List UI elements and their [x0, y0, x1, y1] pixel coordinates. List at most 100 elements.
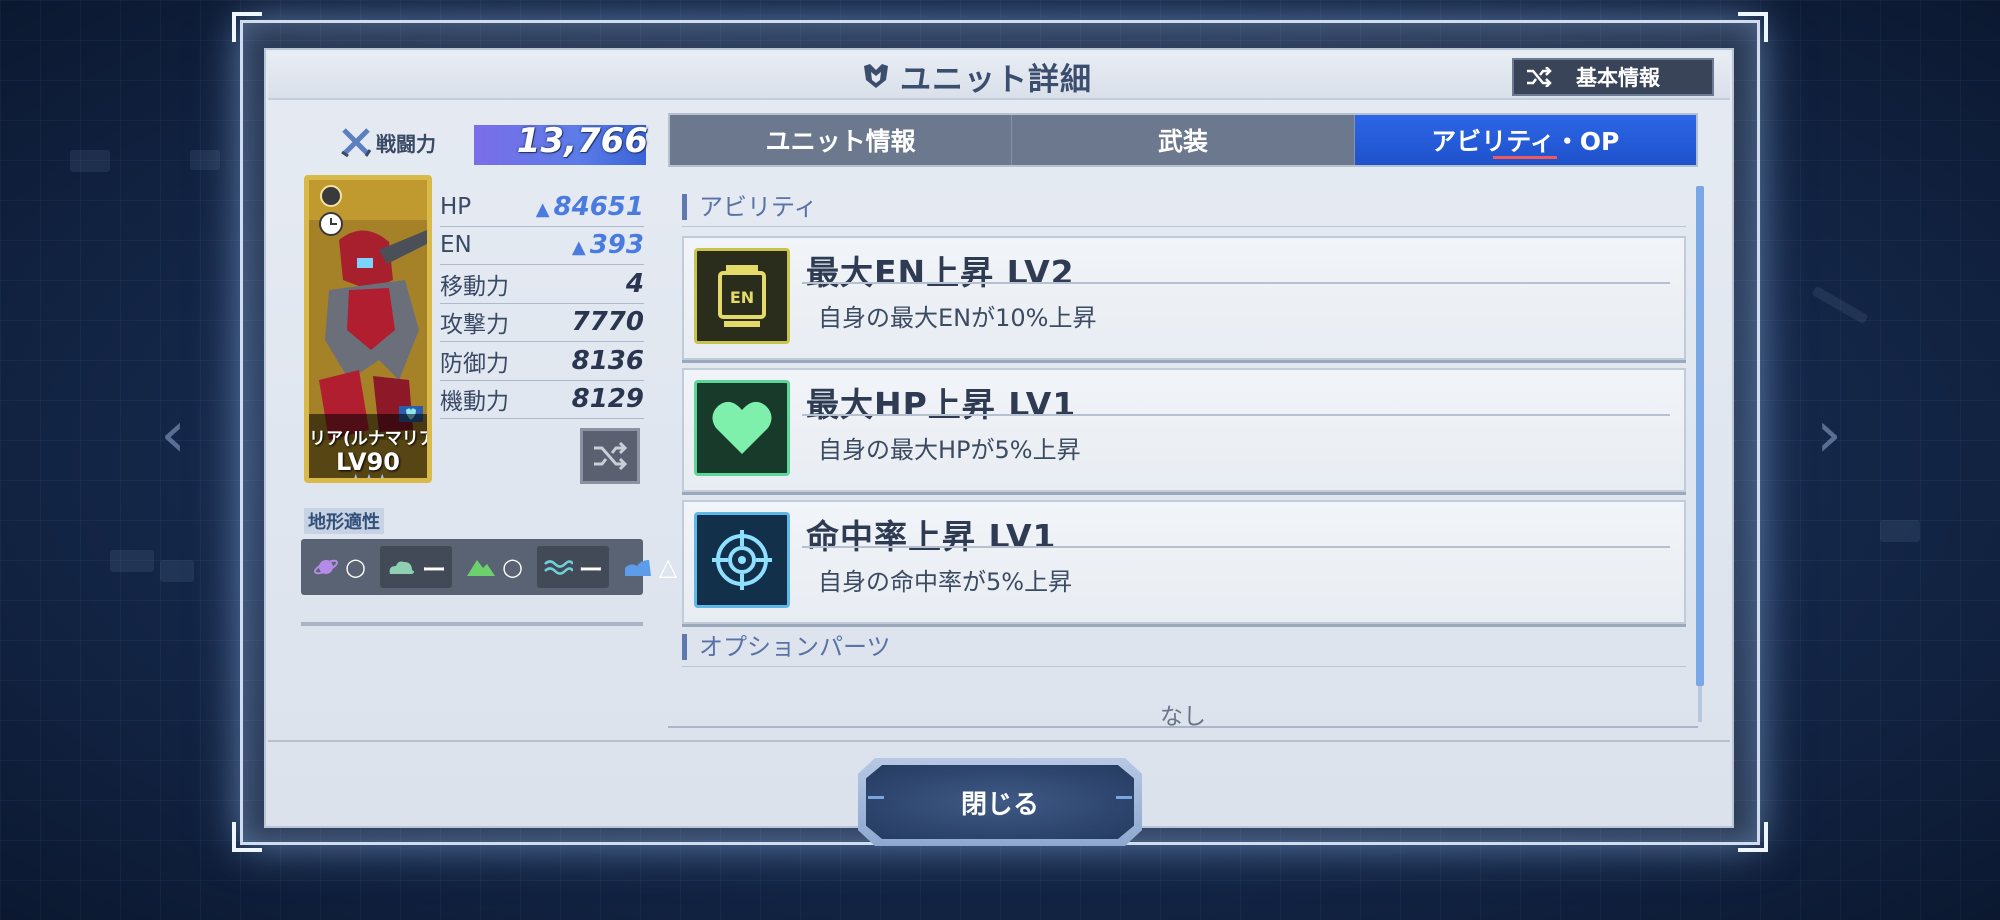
terrain-air: ー — [379, 546, 452, 588]
terrain-space: ○ — [307, 546, 372, 588]
air-icon — [389, 561, 414, 574]
sea-icon — [544, 560, 573, 575]
ability-description: 自身の命中率が5%上昇 — [818, 568, 1073, 596]
stat-label: EN — [440, 232, 472, 259]
stat-row-en: EN ▲ 393 — [440, 227, 644, 265]
prev-unit-arrow-icon[interactable]: ‹ — [150, 400, 196, 470]
frame-corner — [232, 12, 262, 42]
underwater-icon — [624, 560, 651, 576]
close-label: 閉じる — [960, 789, 1039, 820]
frame-corner — [232, 822, 262, 852]
stat-label: 移動力 — [440, 273, 509, 300]
stat-row-mobility: 機動力 8129 — [440, 381, 644, 419]
section-divider — [682, 666, 1686, 667]
unit-name: リア(ルナマリア — [309, 429, 427, 449]
unit-stats: HP ▲ 84651 EN ▲ 393 移動力 4 攻撃力 7770 防御力 813… — [440, 188, 644, 419]
tab-weapons[interactable]: 武装 — [1012, 115, 1355, 165]
terrain-label: 地形適性 — [304, 508, 384, 534]
stat-row-move: 移動力 4 — [440, 265, 644, 304]
stat-value: 4 — [625, 268, 644, 299]
ability-description: 自身の最大HPが5%上昇 — [818, 436, 1081, 464]
background-tile — [70, 150, 110, 172]
unit-rarity-stars: ★★★ — [348, 471, 390, 483]
options-heading: オプションパーツ — [682, 634, 891, 660]
power-value: 13,766 — [516, 121, 648, 161]
ability-card[interactable]: EN 最大EN上昇 LV2 自身の最大ENが10%上昇 — [682, 236, 1686, 360]
tab-unit-info[interactable]: ユニット情報 — [670, 115, 1013, 165]
terrain-grade: ○ — [501, 553, 523, 581]
stat-value: 8136 — [571, 345, 644, 376]
terrain-sea: ー — [536, 546, 609, 588]
terrain-suitability: ○ ー ○ ー △ — [301, 539, 677, 595]
stat-row-hp: HP ▲ 84651 — [440, 188, 644, 227]
stat-label: 機動力 — [440, 389, 509, 416]
space-icon — [313, 559, 339, 575]
tab-label: 武装 — [1157, 127, 1208, 156]
shuffle-icon — [594, 442, 628, 470]
detail-tabs: ユニット情報 武装 アビリティ・OP — [668, 113, 1698, 167]
stat-row-defense: 防御力 8136 — [440, 342, 644, 381]
ability-description: 自身の最大ENが10%上昇 — [818, 304, 1097, 332]
frame-corner — [1738, 822, 1768, 852]
en-battery-icon: EN — [718, 265, 766, 327]
basic-info-label: 基本情報 — [1576, 66, 1660, 90]
ability-card[interactable]: 命中率上昇 LV1 自身の命中率が5%上昇 — [682, 500, 1686, 624]
ability-icon-frame: EN — [694, 248, 790, 344]
button-ornament — [868, 796, 884, 799]
ability-title: 最大HP上昇 LV1 — [806, 385, 1077, 424]
shuffle-icon — [1527, 67, 1552, 87]
swap-unit-button[interactable] — [580, 428, 640, 484]
crosshair-icon — [712, 530, 772, 590]
ability-rule — [802, 282, 1670, 284]
ability-card[interactable]: 最大HP上昇 LV1 自身の最大HPが5%上昇 — [682, 368, 1686, 492]
background-tile — [110, 550, 154, 572]
heart-icon — [712, 401, 772, 454]
stat-value: 7770 — [571, 307, 644, 338]
dialog-title: ユニット詳細 — [900, 61, 1092, 98]
stat-value: 8129 — [571, 384, 644, 415]
tab-label: ユニット情報 — [765, 127, 916, 156]
terrain-land: ○ — [460, 546, 529, 588]
terrain-grade: ー — [578, 555, 603, 584]
background-tile — [160, 560, 194, 582]
ability-rule — [802, 546, 1670, 548]
boost-arrow-icon: ▲ — [535, 198, 550, 220]
power-label-group: 戦闘力 — [340, 126, 436, 158]
close-button-face: 閉じる — [866, 765, 1134, 839]
stat-label: 防御力 — [440, 350, 509, 377]
tab-label: アビリティ・OP — [1431, 127, 1620, 156]
power-label: 戦闘力 — [376, 131, 436, 156]
background-tile — [1880, 520, 1920, 542]
ability-title: 命中率上昇 LV1 — [806, 517, 1057, 556]
stat-value: 84651 — [553, 191, 644, 222]
basic-info-button[interactable]: 基本情報 — [1512, 58, 1714, 96]
terrain-grade: ○ — [345, 553, 366, 581]
abilities-heading: アビリティ — [682, 194, 818, 220]
footer-divider — [268, 740, 1730, 742]
unit-emblem-icon — [864, 64, 888, 88]
close-button[interactable]: 閉じる — [858, 758, 1142, 846]
dialog-title-group: ユニット詳細 — [860, 52, 1092, 100]
stat-value: 393 — [589, 230, 644, 261]
stat-row-attack: 攻撃力 7770 — [440, 304, 644, 342]
stat-label: 攻撃力 — [440, 312, 509, 339]
ability-icon-frame — [694, 512, 790, 608]
active-tab-indicator — [1493, 156, 1558, 159]
ability-icon-frame — [694, 380, 790, 476]
ability-rule — [802, 414, 1670, 416]
left-divider — [301, 622, 643, 626]
terrain-grade: ー — [421, 555, 446, 584]
unit-card[interactable]: リア(ルナマリア LV90 ★★★ — [304, 175, 432, 483]
next-unit-arrow-icon[interactable]: › — [1806, 400, 1852, 470]
ability-title: 最大EN上昇 LV2 — [806, 253, 1075, 292]
svg-text:EN: EN — [730, 288, 754, 307]
content-scrollbar-thumb[interactable] — [1696, 186, 1704, 686]
boost-arrow-icon: ▲ — [571, 237, 586, 259]
button-ornament — [1116, 796, 1132, 799]
crossed-swords-icon — [341, 128, 372, 158]
frame-corner — [1738, 12, 1768, 42]
section-divider — [682, 226, 1686, 227]
background-tile — [190, 150, 220, 170]
stat-label: HP — [440, 193, 472, 220]
tab-ability-op[interactable]: アビリティ・OP — [1354, 115, 1696, 165]
